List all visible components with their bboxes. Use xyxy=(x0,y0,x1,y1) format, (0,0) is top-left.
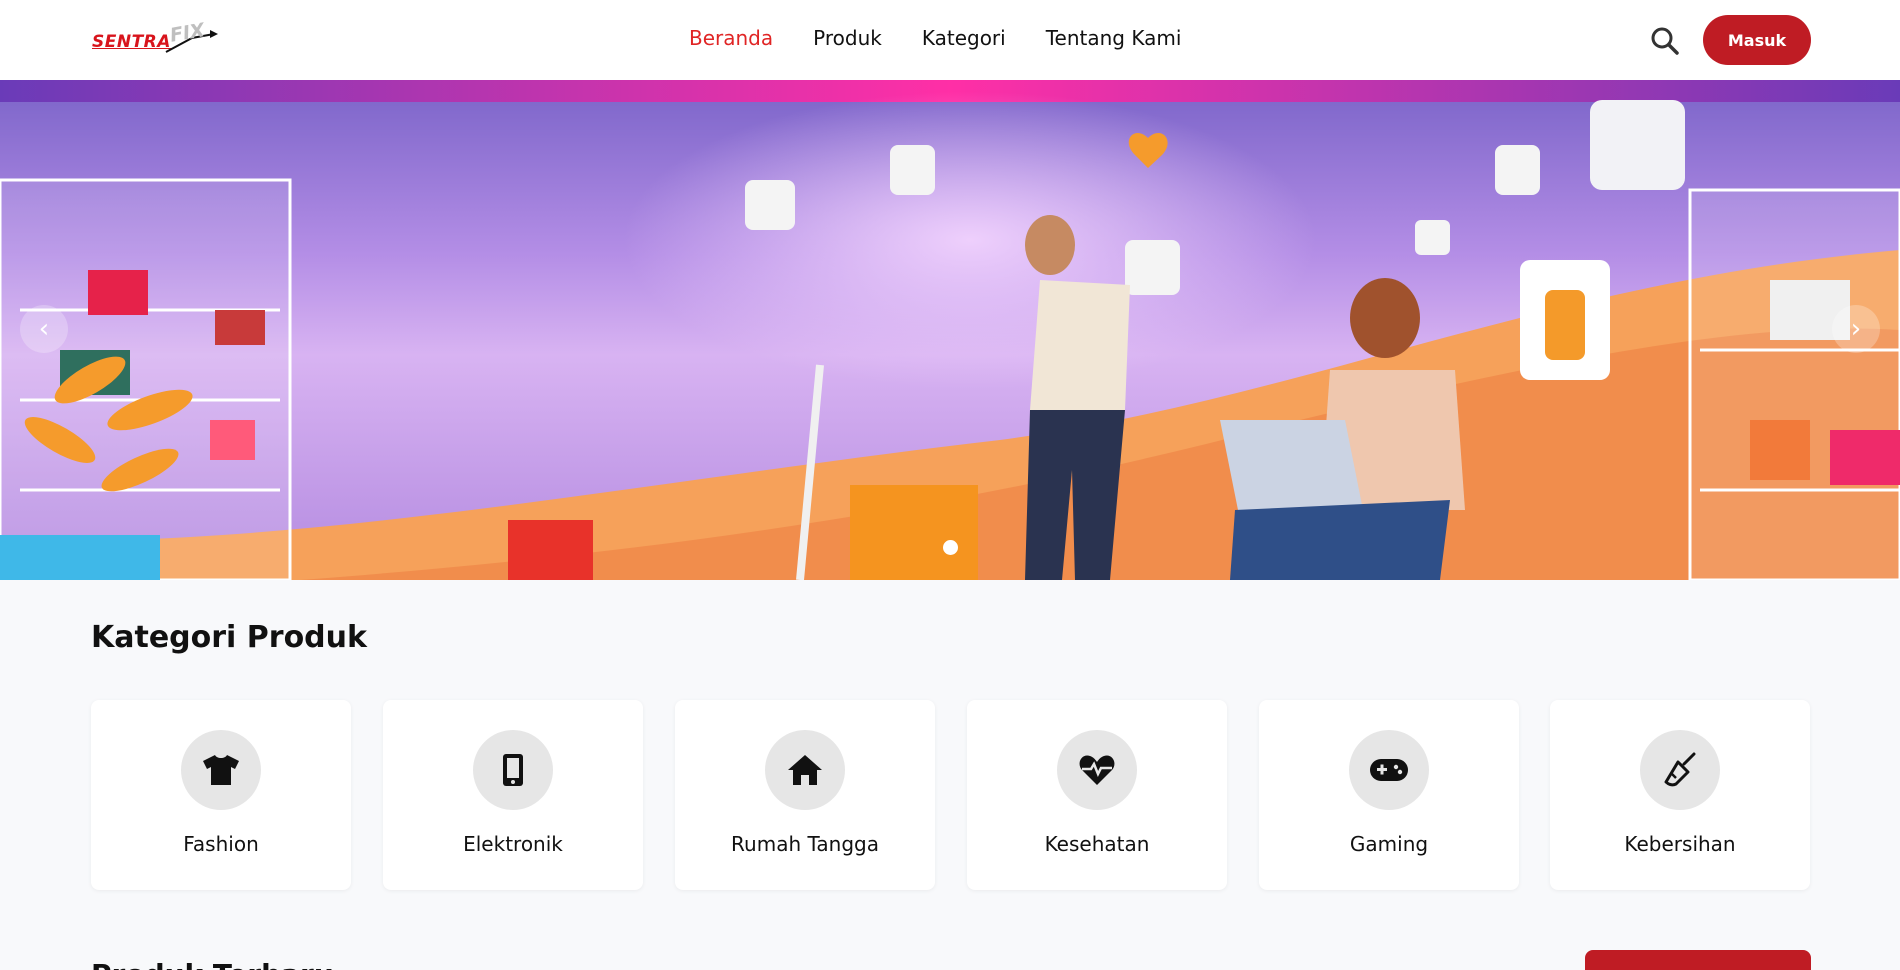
category-label: Elektronik xyxy=(463,832,563,856)
category-icon-circle xyxy=(181,730,261,810)
category-icon-circle xyxy=(1640,730,1720,810)
heart-pulse-icon xyxy=(1079,755,1115,785)
chevron-right-icon: › xyxy=(1850,314,1862,344)
broom-icon xyxy=(1664,752,1696,787)
nav-link-kategori[interactable]: Kategori xyxy=(922,26,1006,50)
category-icon-circle xyxy=(473,730,553,810)
main-nav: Beranda Produk Kategori Tentang Kami xyxy=(689,26,1181,50)
category-card-fashion[interactable]: Fashion xyxy=(91,700,351,890)
category-icon-circle xyxy=(765,730,845,810)
logo[interactable]: SENTRA FIX xyxy=(92,19,228,56)
chevron-left-icon: ‹ xyxy=(38,314,50,344)
nav-link-produk[interactable]: Produk xyxy=(813,26,882,50)
category-card-rumah-tangga[interactable]: Rumah Tangga xyxy=(675,700,935,890)
tshirt-icon xyxy=(203,755,239,785)
search-icon xyxy=(1651,27,1679,55)
nav-link-tentang-kami[interactable]: Tentang Kami xyxy=(1046,26,1182,50)
gamepad-icon xyxy=(1370,759,1408,781)
search-button[interactable] xyxy=(1650,26,1680,56)
category-icon-circle xyxy=(1057,730,1137,810)
category-label: Fashion xyxy=(183,832,259,856)
logo-text: SENTRA xyxy=(92,32,171,52)
hero-banner[interactable]: ‹ › xyxy=(0,80,1900,580)
home-icon xyxy=(788,755,822,785)
category-card-gaming[interactable]: Gaming xyxy=(1259,700,1519,890)
nav-link-beranda[interactable]: Beranda xyxy=(689,26,773,50)
see-all-button[interactable] xyxy=(1585,950,1811,970)
category-list: Fashion Elektronik Rumah Tangga Kesehata… xyxy=(91,700,1810,890)
category-label: Kesehatan xyxy=(1044,832,1150,856)
login-button[interactable]: Masuk xyxy=(1703,15,1811,65)
carousel-prev-button[interactable]: ‹ xyxy=(20,305,68,353)
category-icon-circle xyxy=(1349,730,1429,810)
category-card-kebersihan[interactable]: Kebersihan xyxy=(1550,700,1810,890)
carousel-indicator-dot[interactable] xyxy=(943,540,958,555)
section-title-categories: Kategori Produk xyxy=(91,620,367,655)
mobile-phone-icon xyxy=(503,754,523,786)
category-label: Kebersihan xyxy=(1624,832,1736,856)
category-card-elektronik[interactable]: Elektronik xyxy=(383,700,643,890)
section-title-featured: Produk Terbaru xyxy=(91,958,334,970)
category-card-kesehatan[interactable]: Kesehatan xyxy=(967,700,1227,890)
category-label: Rumah Tangga xyxy=(731,832,879,856)
category-label: Gaming xyxy=(1349,832,1429,856)
hero-illustration xyxy=(0,100,1900,580)
navbar: SENTRA FIX Beranda Produk Kategori Tenta… xyxy=(0,0,1900,80)
carousel-next-button[interactable]: › xyxy=(1832,305,1880,353)
